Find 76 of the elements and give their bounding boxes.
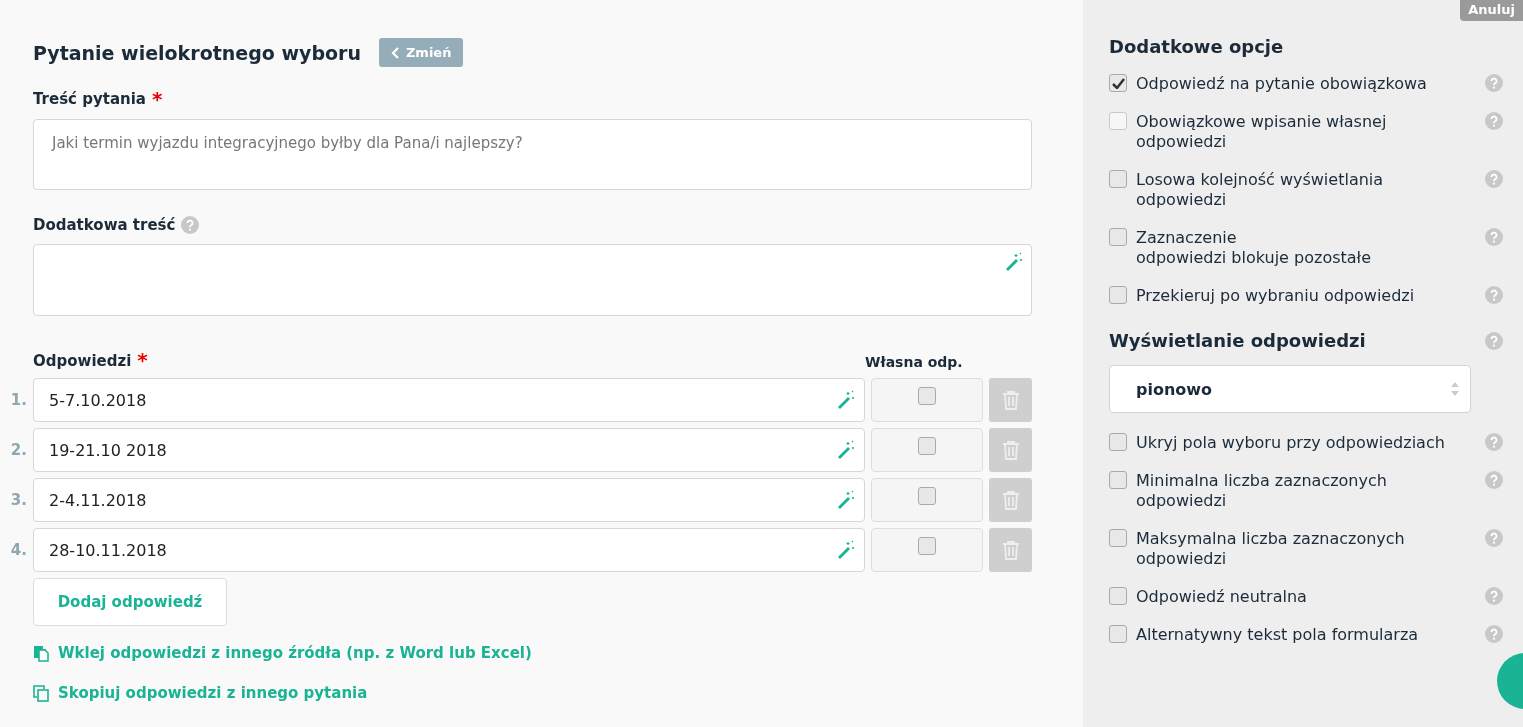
help-icon[interactable]	[1485, 228, 1503, 246]
option-label: Odpowiedź na pytanie obowiązkowa	[1136, 74, 1428, 94]
answer-number: 4.	[9, 541, 27, 559]
checkbox[interactable]	[1109, 433, 1127, 451]
option-label: Ukryj pola wyboru przy odpowiedziach	[1136, 433, 1446, 453]
checkbox[interactable]	[918, 437, 936, 455]
field-label: Dodatkowa treść	[33, 216, 176, 234]
copy-icon	[33, 684, 49, 702]
section-title: Wyświetlanie odpowiedzi	[1109, 330, 1366, 351]
help-icon[interactable]	[1485, 74, 1503, 92]
help-icon[interactable]	[1485, 529, 1503, 547]
help-icon[interactable]	[1485, 112, 1503, 130]
checkbox[interactable]	[918, 487, 936, 505]
help-icon[interactable]	[1485, 471, 1503, 489]
checkbox[interactable]	[918, 387, 936, 405]
option-label: Minimalna liczba zaznaczonych odpowiedzi	[1136, 471, 1388, 511]
option-label: Odpowiedź neutralna	[1136, 587, 1308, 607]
answer-field[interactable]: 5-7.10.2018	[33, 378, 865, 422]
checkbox[interactable]	[1109, 529, 1127, 547]
checkbox[interactable]	[1109, 170, 1127, 188]
option-label: Przekieruj po wybraniu odpowiedzi	[1136, 286, 1416, 306]
section-title: Dodatkowe opcje	[1109, 36, 1285, 57]
option-label: Alternatywny tekst pola formularza	[1136, 625, 1420, 645]
field-label: Odpowiedzi	[33, 352, 132, 370]
answer-number: 3.	[9, 491, 27, 509]
help-icon[interactable]	[1485, 331, 1503, 350]
required-mark: *	[137, 350, 148, 370]
help-icon[interactable]	[1485, 625, 1503, 643]
column-label: Własna odp.	[865, 354, 964, 370]
required-mark: *	[151, 89, 163, 109]
answer-input[interactable]: 5-7.10.2018	[47, 389, 836, 411]
magic-wand-icon[interactable]	[836, 490, 856, 510]
display-select[interactable]: pionowo	[1109, 365, 1471, 413]
checkbox[interactable]	[1109, 587, 1127, 605]
checkbox[interactable]	[1109, 74, 1127, 92]
answer-number: 2.	[9, 441, 27, 459]
paste-icon	[33, 644, 49, 662]
delete-button[interactable]	[989, 378, 1032, 422]
checkbox[interactable]	[1109, 625, 1127, 643]
answer-field[interactable]: 2-4.11.2018	[33, 478, 865, 522]
extra-content-field[interactable]	[33, 244, 1032, 316]
checkbox[interactable]	[1109, 286, 1127, 304]
magic-wand-icon[interactable]	[836, 440, 856, 460]
page-title: Pytanie wielokrotnego wyboru	[33, 41, 361, 64]
answer-input[interactable]: 2-4.11.2018	[47, 489, 836, 511]
delete-button[interactable]	[989, 428, 1032, 472]
help-icon[interactable]	[1485, 286, 1503, 304]
magic-wand-icon[interactable]	[1004, 252, 1024, 272]
field-label: Treść pytania	[33, 90, 146, 108]
trash-icon	[1001, 490, 1020, 510]
checkbox[interactable]	[918, 537, 936, 555]
answer-field[interactable]: 19-21.10 2018	[33, 428, 865, 472]
magic-wand-icon[interactable]	[836, 390, 856, 410]
question-field[interactable]: Jaki termin wyjazdu integracyjnego byłby dla Pana/i najlepszy?	[33, 119, 1032, 190]
delete-button[interactable]	[989, 478, 1032, 522]
checkbox[interactable]	[1109, 228, 1127, 246]
checkbox[interactable]	[1109, 471, 1127, 489]
trash-icon	[1001, 390, 1020, 410]
answer-input[interactable]: 28-10.11.2018	[47, 539, 836, 561]
help-icon[interactable]	[1485, 587, 1503, 605]
chevron-left-icon	[390, 46, 401, 59]
help-icon[interactable]	[181, 216, 200, 234]
magic-wand-icon[interactable]	[836, 540, 856, 560]
help-icon[interactable]	[1485, 170, 1503, 188]
sort-arrows-icon	[1450, 380, 1460, 398]
answer-number: 1.	[9, 391, 27, 409]
option-label: Maksymalna liczba zaznaczonych odpowiedzi	[1136, 529, 1406, 569]
answer-input[interactable]: 19-21.10 2018	[47, 439, 836, 461]
option-label: Zaznaczenie odpowiedzi blokuje pozostałe	[1136, 228, 1372, 268]
delete-button[interactable]	[989, 528, 1032, 572]
trash-icon	[1001, 540, 1020, 560]
answer-field[interactable]: 28-10.11.2018	[33, 528, 865, 572]
help-icon[interactable]	[1485, 433, 1503, 451]
option-label: Obowiązkowe wpisanie własnej odpowiedzi	[1136, 112, 1388, 152]
option-label: Losowa kolejność wyświetlania odpowiedzi	[1136, 170, 1385, 210]
trash-icon	[1001, 440, 1020, 460]
